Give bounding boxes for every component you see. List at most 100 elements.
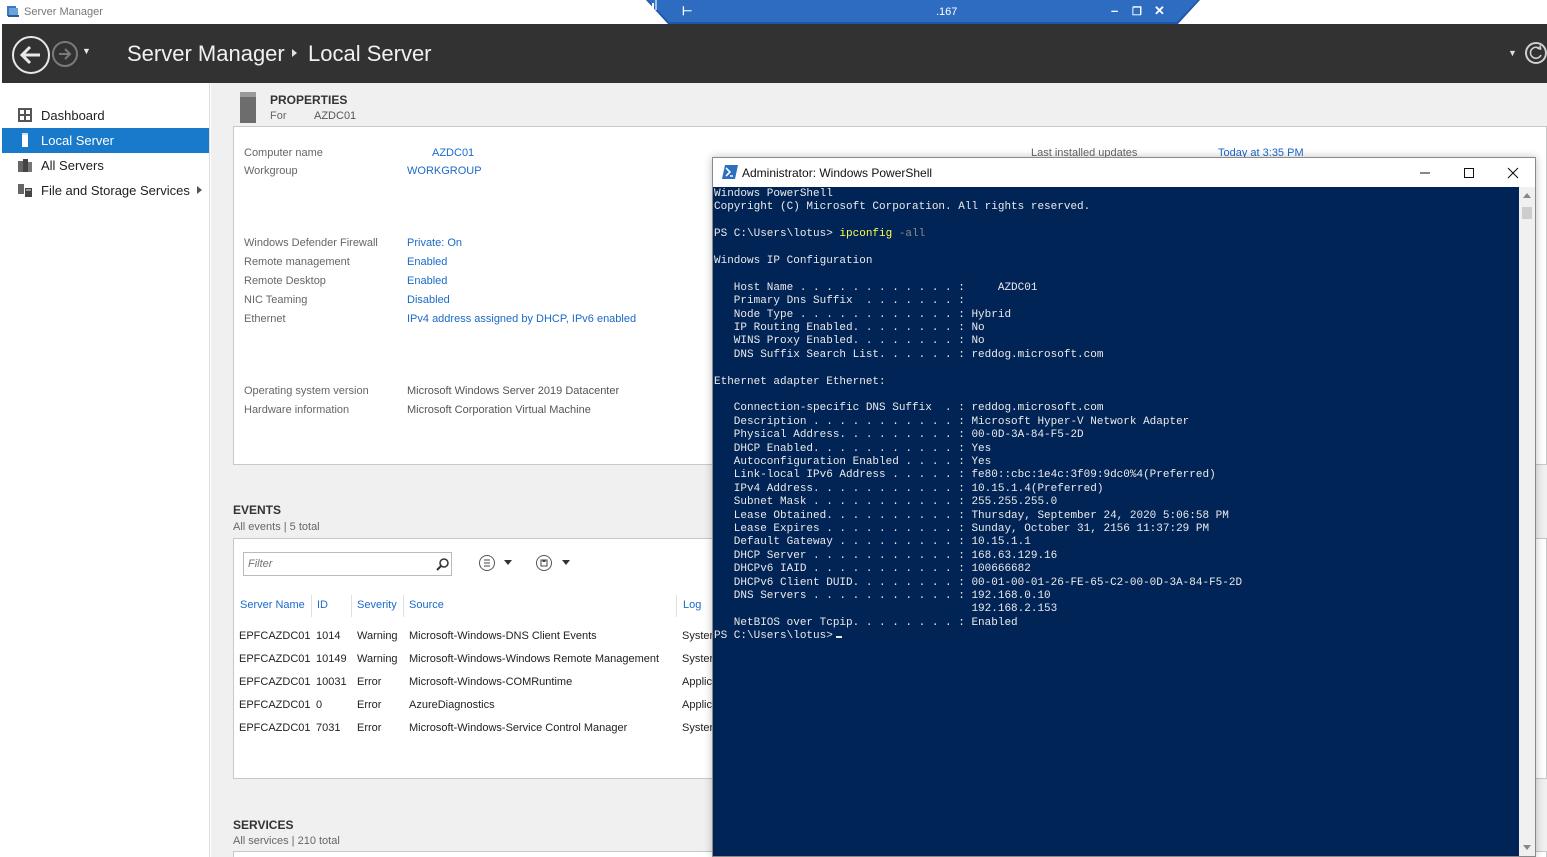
- events-filter-input[interactable]: [248, 554, 433, 574]
- rdp-close-button[interactable]: ✕: [1154, 3, 1165, 19]
- sidebar-item-label: All Servers: [41, 158, 104, 173]
- properties-server-icon: [240, 92, 256, 123]
- console-line: PS C:\Users\lotus> ipconfig -all: [714, 228, 925, 241]
- console-line: DNS Servers . . . . . . . . . . . : 192.…: [714, 590, 1051, 602]
- console-line: NetBIOS over Tcpip. . . . . . . . : Enab…: [714, 616, 1018, 629]
- prop-value-firewall[interactable]: Private: On: [407, 237, 462, 249]
- arrow-left-icon: [19, 45, 40, 65]
- ps-close-button[interactable]: [1491, 161, 1535, 185]
- sidebar-item-all-servers[interactable]: All Servers: [2, 153, 209, 178]
- console-prompt: PS C:\Users\lotus>: [714, 630, 833, 643]
- prop-label-remote-desktop: Remote Desktop: [244, 275, 326, 287]
- arrow-right-icon: [59, 48, 72, 60]
- prop-value-computer-name[interactable]: AZDC01: [432, 147, 474, 159]
- column-divider[interactable]: [351, 595, 352, 617]
- properties-title: PROPERTIES: [270, 93, 348, 107]
- back-button[interactable]: [12, 36, 50, 74]
- console-line: Copyright (C) Microsoft Corporation. All…: [714, 201, 1091, 214]
- ps-maximize-button[interactable]: [1447, 161, 1491, 185]
- column-log[interactable]: Log: [683, 599, 701, 611]
- signal-icon[interactable]: [646, 0, 658, 10]
- list-options-dropdown-icon[interactable]: [504, 560, 512, 565]
- console-line: IPv4 Address. . . . . . . . . . . : 10.1…: [714, 482, 1104, 495]
- console-line: Connection-specific DNS Suffix . : reddo…: [714, 402, 1104, 415]
- column-divider[interactable]: [676, 595, 677, 617]
- sidebar-item-dashboard[interactable]: Dashboard: [2, 103, 209, 128]
- powershell-title: Administrator: Windows PowerShell: [742, 166, 933, 180]
- console-line: Subnet Mask . . . . . . . . . . . : 255.…: [714, 496, 1058, 509]
- console-line: Host Name . . . . . . . . . . . . : AZDC…: [714, 281, 1038, 294]
- rdp-minimize-button[interactable]: –: [1111, 3, 1118, 18]
- column-divider[interactable]: [403, 595, 404, 617]
- prop-label-remote-management: Remote management: [244, 256, 350, 268]
- forward-button[interactable]: [52, 41, 78, 67]
- cell-server: EPFCAZDC01: [239, 676, 311, 688]
- prop-value-nic-teaming[interactable]: Disabled: [407, 294, 450, 306]
- console-line: DHCP Enabled. . . . . . . . . . . : Yes: [714, 442, 992, 455]
- list-options-button[interactable]: [479, 555, 495, 571]
- window-title: Server Manager: [24, 6, 103, 18]
- cell-source: AzureDiagnostics: [409, 699, 495, 711]
- breadcrumb-separator-icon: [292, 49, 297, 57]
- cell-server: EPFCAZDC01: [239, 722, 311, 734]
- search-icon[interactable]: [436, 557, 450, 571]
- cell-id: 10031: [316, 676, 347, 688]
- list-icon: [484, 559, 490, 567]
- server-manager-icon: [7, 6, 19, 17]
- cell-server: EPFCAZDC01: [239, 653, 311, 665]
- services-title: SERVICES: [233, 818, 294, 832]
- properties-for-label: For: [270, 110, 287, 122]
- scroll-down-icon[interactable]: [1523, 845, 1531, 850]
- console-line: Link-local IPv6 Address . . . . . : fe80…: [714, 469, 1216, 482]
- console-line: DHCPv6 Client DUID. . . . . . . . : 00-0…: [714, 576, 1243, 589]
- history-dropdown-icon[interactable]: ▼: [82, 46, 91, 56]
- scroll-thumb[interactable]: [1522, 207, 1532, 219]
- rdp-restore-button[interactable]: ❐: [1132, 5, 1142, 18]
- cell-id: 10149: [316, 653, 347, 665]
- header-bar: ▼ Server Manager Local Server ▼: [2, 24, 1547, 83]
- cell-source: Microsoft-Windows-DNS Client Events: [409, 630, 597, 642]
- ps-minimize-button[interactable]: [1403, 161, 1447, 185]
- column-id[interactable]: ID: [317, 599, 328, 611]
- text-cursor-icon: [835, 636, 842, 639]
- page-title: Local Server: [308, 41, 432, 66]
- sidebar-item-local-server[interactable]: Local Server: [2, 128, 209, 153]
- powershell-title-bar[interactable]: Administrator: Windows PowerShell: [713, 158, 1535, 187]
- prop-value-workgroup[interactable]: WORKGROUP: [407, 165, 482, 177]
- prop-label-hardware: Hardware information: [244, 404, 350, 416]
- header-dropdown-icon[interactable]: ▼: [1508, 48, 1517, 58]
- pin-icon[interactable]: ⊢: [682, 4, 692, 18]
- close-icon: [1507, 167, 1519, 179]
- prop-value-remote-desktop[interactable]: Enabled: [407, 275, 447, 287]
- refresh-button[interactable]: [1525, 42, 1547, 64]
- cell-id: 7031: [316, 722, 341, 734]
- powershell-console[interactable]: Windows PowerShell Copyright (C) Microsof…: [713, 187, 1519, 856]
- console-line: Lease Expires . . . . . . . . . . : Sund…: [714, 523, 1210, 535]
- column-server-name[interactable]: Server Name: [240, 599, 305, 611]
- prop-value-ethernet[interactable]: IPv4 address assigned by DHCP, IPv6 enab…: [407, 313, 636, 325]
- maximize-icon: [1464, 168, 1474, 178]
- console-line: Node Type . . . . . . . . . . . . : Hybr…: [714, 308, 1012, 321]
- sidebar-item-file-storage[interactable]: File and Storage Services: [2, 178, 209, 203]
- save-query-dropdown-icon[interactable]: [562, 560, 570, 565]
- console-line: Description . . . . . . . . . . . : Micr…: [714, 415, 1190, 428]
- rdp-connection-bar[interactable]: ⊢ .167 – ❐ ✕: [646, 0, 1200, 24]
- save-query-button[interactable]: [536, 555, 552, 571]
- breadcrumb-root[interactable]: Server Manager: [127, 41, 285, 67]
- column-severity[interactable]: Severity: [357, 599, 397, 611]
- console-line: DNS Suffix Search List. . . . . . : redd…: [714, 348, 1104, 361]
- prop-label-firewall: Windows Defender Firewall: [244, 237, 378, 249]
- cell-source: Microsoft-Windows-COMRuntime: [409, 676, 573, 688]
- console-prompt: PS C:\Users\lotus>: [714, 228, 840, 241]
- sidebar-item-label: Local Server: [41, 133, 114, 148]
- column-divider[interactable]: [311, 595, 312, 617]
- events-subtitle: All events | 5 total: [233, 521, 320, 533]
- console-line: DHCPv6 IAID . . . . . . . . . . . : 1006…: [714, 563, 1031, 576]
- powershell-window[interactable]: Administrator: Windows PowerShell Window…: [712, 157, 1536, 857]
- column-source[interactable]: Source: [409, 599, 444, 611]
- cell-severity: Error: [357, 676, 382, 688]
- scroll-up-icon[interactable]: [1523, 193, 1531, 198]
- events-filter[interactable]: [243, 552, 452, 576]
- powershell-scrollbar[interactable]: [1519, 187, 1535, 856]
- prop-value-remote-management[interactable]: Enabled: [407, 256, 447, 268]
